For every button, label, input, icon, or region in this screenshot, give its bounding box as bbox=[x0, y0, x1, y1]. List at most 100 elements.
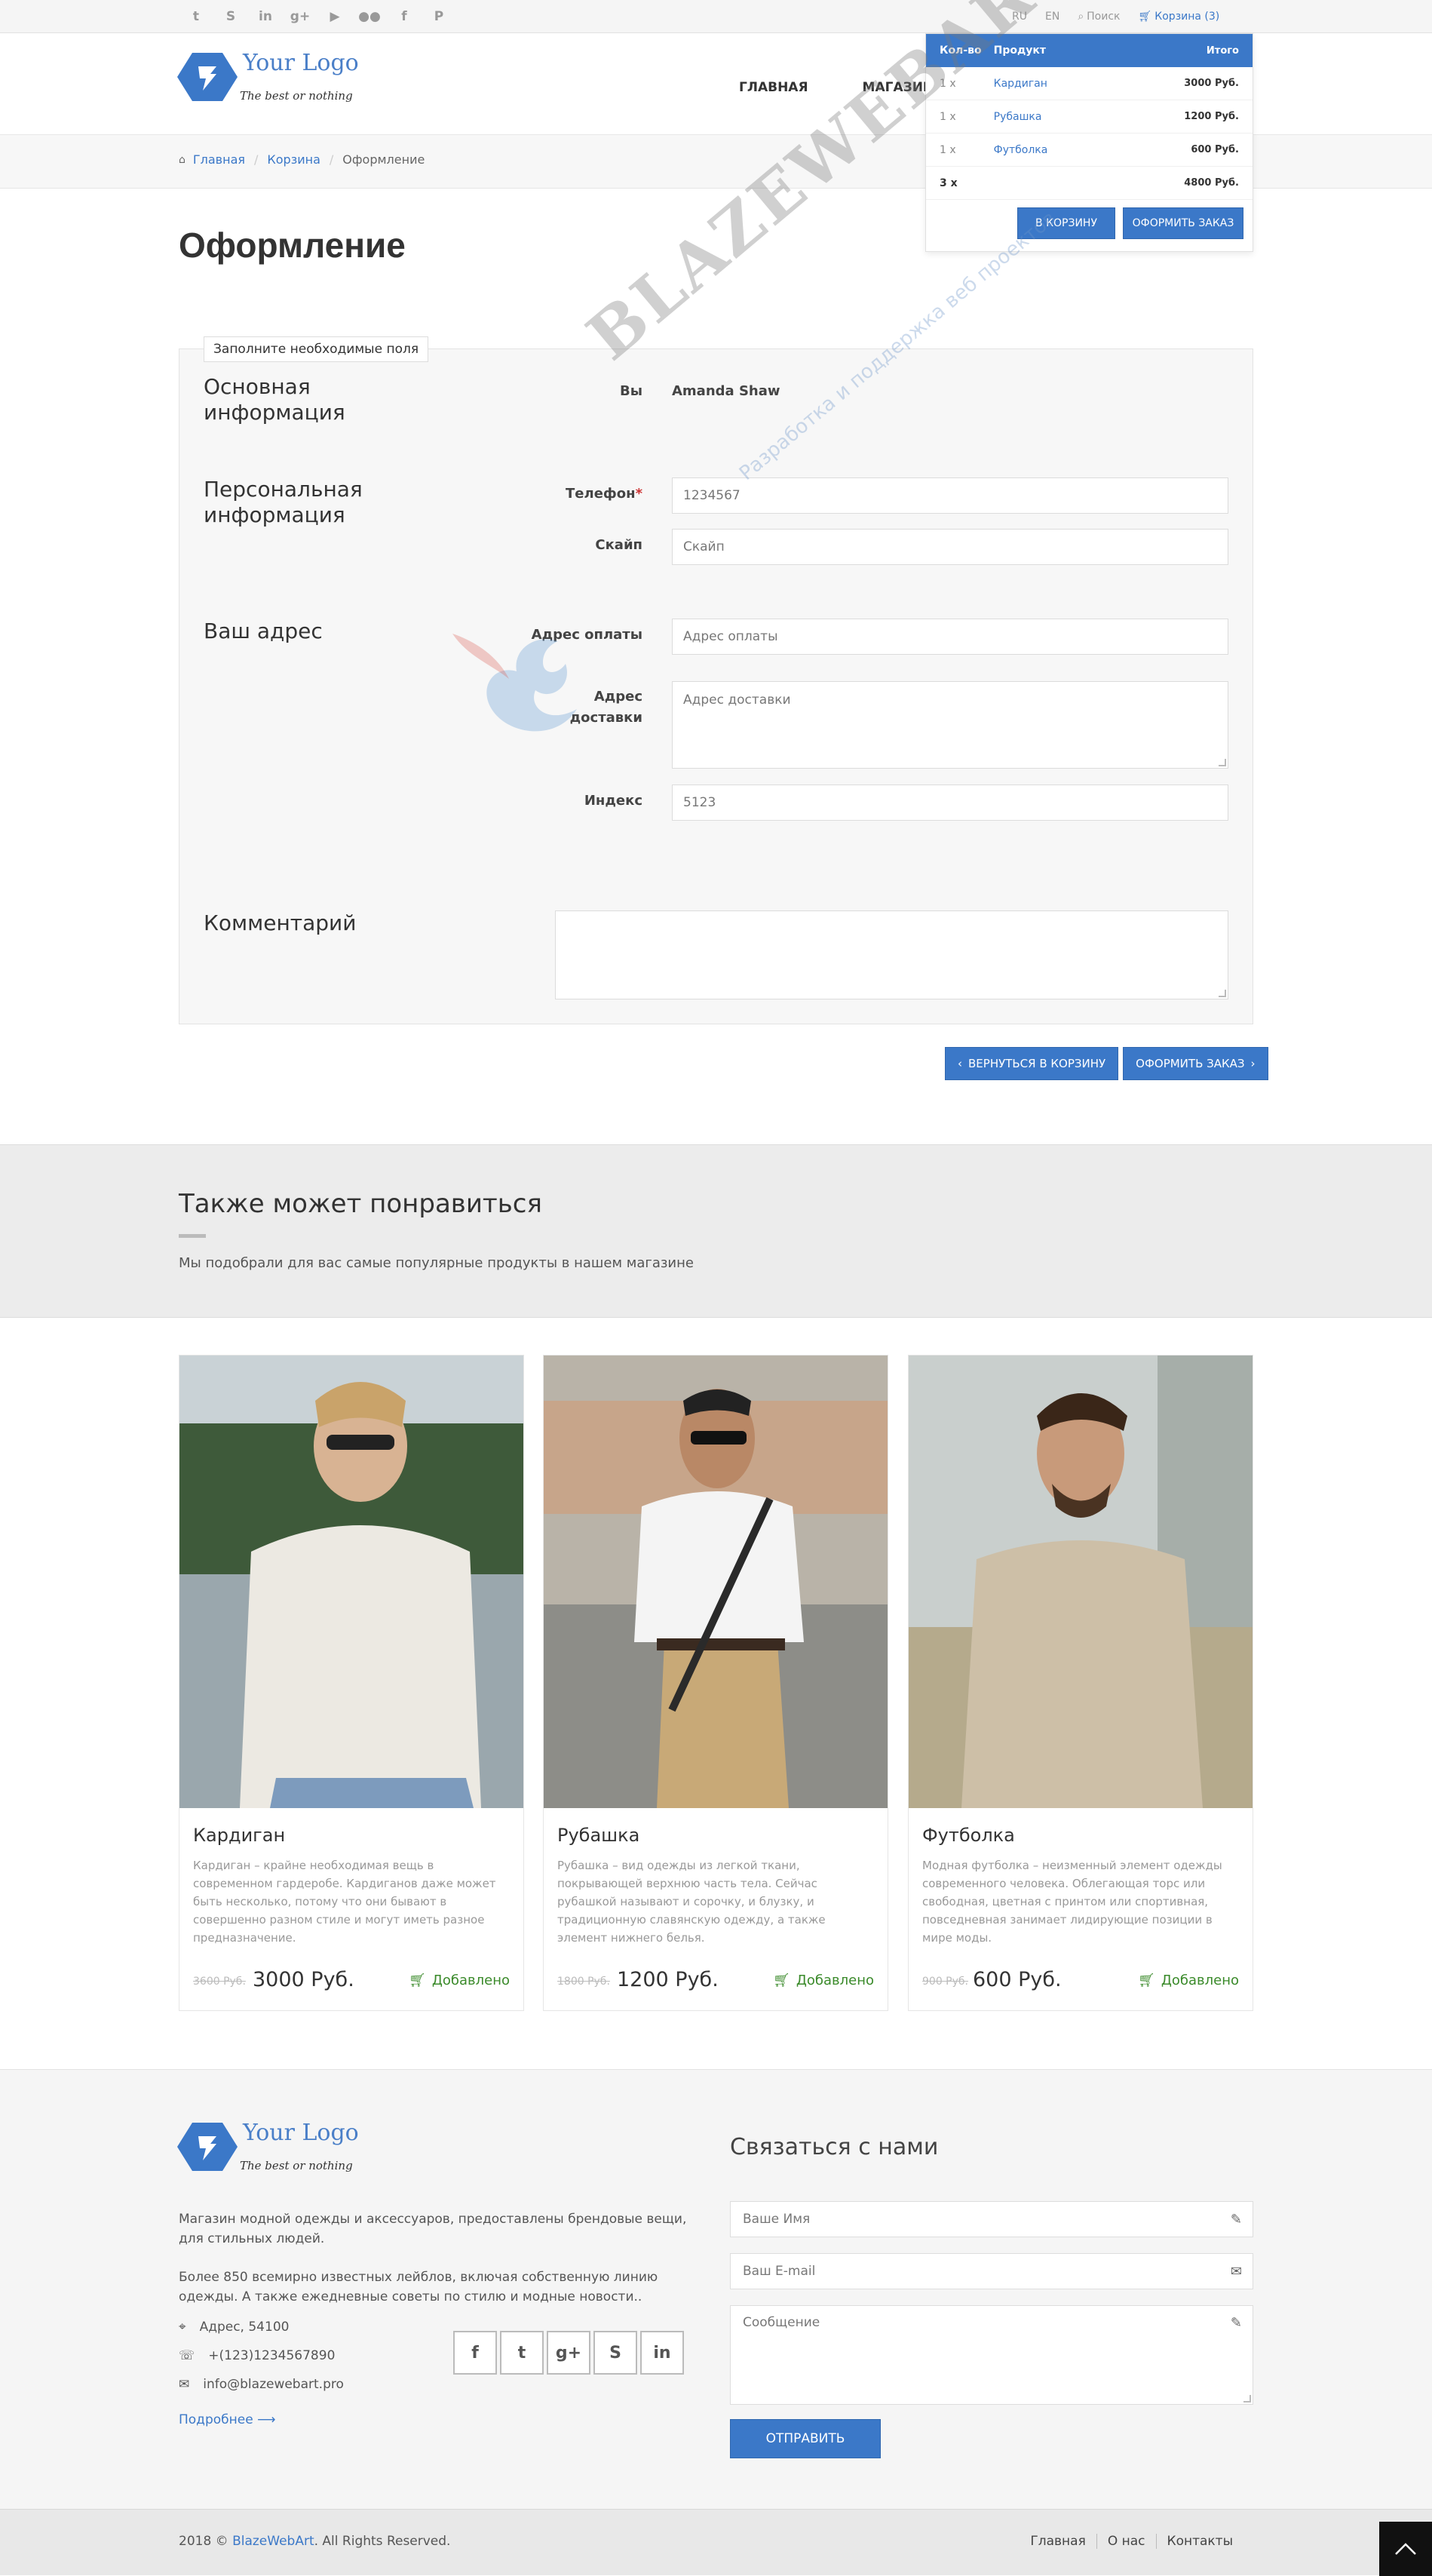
cart-product-link[interactable]: Футболка bbox=[994, 144, 1174, 156]
bottom-bar: 2018 © BlazeWebArt. All Rights Reserved.… bbox=[0, 2509, 1432, 2576]
product-image[interactable] bbox=[544, 1356, 888, 1808]
product-card: Кардиган Кардиган – крайне необходимая в… bbox=[179, 1355, 524, 2011]
zip-label: Индекс bbox=[584, 793, 642, 809]
facebook-icon: f bbox=[471, 2343, 479, 2363]
cart-product-link[interactable]: Рубашка bbox=[994, 111, 1174, 123]
email-text[interactable]: info@blazewebart.pro bbox=[203, 2377, 344, 2392]
billing-input[interactable]: Адрес оплаты bbox=[672, 619, 1228, 655]
brand-link[interactable]: BlazeWebArt bbox=[232, 2534, 314, 2549]
skype-icon: S bbox=[609, 2343, 621, 2363]
footer-phone: ☏ +(123)1234567890 bbox=[179, 2348, 335, 2363]
footer-about-1: Магазин модной одежды и аксессуаров, пре… bbox=[179, 2212, 687, 2246]
send-button[interactable]: ОТПРАВИТЬ bbox=[730, 2419, 881, 2458]
footer-facebook-button[interactable]: f bbox=[453, 2331, 497, 2375]
chevron-up-icon bbox=[1395, 2543, 1416, 2555]
pinterest-icon[interactable]: P bbox=[422, 0, 456, 33]
phone-icon: ☏ bbox=[179, 2348, 195, 2363]
product-image[interactable] bbox=[909, 1356, 1253, 1808]
section-address-title: Ваш адрес bbox=[204, 619, 323, 643]
cart-icon: 🛒︎ bbox=[1138, 11, 1152, 23]
you-label: Вы bbox=[620, 383, 642, 399]
cart-total: 1200 Руб. bbox=[1184, 111, 1239, 122]
footer-link-home[interactable]: Главная bbox=[1020, 2534, 1096, 2549]
chevron-right-icon: › bbox=[1250, 1057, 1256, 1070]
product-card: Рубашка Рубашка – вид одежды из легкой т… bbox=[543, 1355, 888, 2011]
linkedin-icon: in bbox=[653, 2343, 671, 2363]
product-name[interactable]: Футболка bbox=[922, 1825, 1015, 1846]
footer-link-about[interactable]: О нас bbox=[1096, 2534, 1156, 2549]
footer-google-plus-button[interactable]: g+ bbox=[547, 2331, 590, 2375]
contact-email-input[interactable]: Ваш E-mail ✉ bbox=[730, 2253, 1253, 2289]
product-name[interactable]: Рубашка bbox=[557, 1825, 639, 1846]
google-plus-icon[interactable]: g+ bbox=[283, 0, 317, 33]
watermark-logo bbox=[452, 634, 577, 732]
added-status[interactable]: 🛒︎ Добавлено bbox=[1138, 1973, 1239, 1988]
cart-product-link[interactable]: Кардиган bbox=[994, 78, 1174, 90]
footer-link-contacts[interactable]: Контакты bbox=[1155, 2534, 1244, 2549]
copyright-prefix: 2018 © bbox=[179, 2534, 233, 2549]
name-placeholder: Ваше Имя bbox=[743, 2212, 811, 2227]
added-status[interactable]: 🛒︎ Добавлено bbox=[773, 1973, 874, 1988]
back-to-cart-button[interactable]: ‹ ВЕРНУТЬСЯ В КОРЗИНУ bbox=[945, 1047, 1119, 1080]
logo-icon[interactable] bbox=[177, 50, 238, 104]
phone-value: 1234567 bbox=[683, 488, 741, 503]
linkedin-icon[interactable]: in bbox=[248, 0, 283, 33]
scroll-to-top-button[interactable] bbox=[1379, 2522, 1432, 2576]
breadcrumb-separator: / bbox=[329, 152, 334, 167]
footer-linkedin-button[interactable]: in bbox=[640, 2331, 684, 2375]
product-old-price: 900 Руб. bbox=[922, 1976, 968, 1988]
copyright: 2018 © BlazeWebArt. All Rights Reserved. bbox=[179, 2534, 450, 2549]
footer-skype-button[interactable]: S bbox=[593, 2331, 637, 2375]
comment-textarea[interactable] bbox=[555, 910, 1228, 999]
dropdown-checkout-button[interactable]: ОФОРМИТЬ ЗАКАЗ bbox=[1123, 207, 1243, 239]
footer-logo-icon[interactable] bbox=[177, 2120, 238, 2174]
google-plus-icon: g+ bbox=[555, 2343, 582, 2363]
product-image[interactable] bbox=[179, 1356, 523, 1808]
skype-label: Скайп bbox=[595, 537, 642, 553]
product-price: 1200 Руб. bbox=[617, 1968, 719, 1991]
top-bar: t S in g+ ▶ ●● f P RU EN ⌕ Поиск 🛒︎ Корзин… bbox=[0, 0, 1432, 33]
phone-label: Телефон* bbox=[528, 484, 642, 505]
shipping-textarea[interactable]: Адрес доставки bbox=[672, 681, 1228, 769]
skype-icon[interactable]: S bbox=[213, 0, 248, 33]
contact-message-textarea[interactable]: Сообщение ✎ bbox=[730, 2305, 1253, 2405]
search-icon: ⌕ bbox=[1078, 11, 1084, 23]
footer-logo-tagline: The best or nothing bbox=[240, 2159, 353, 2172]
phone-input[interactable]: 1234567 bbox=[672, 477, 1228, 514]
nav-home[interactable]: ГЛАВНАЯ bbox=[739, 80, 808, 95]
breadcrumb-cart[interactable]: Корзина bbox=[267, 152, 320, 167]
facebook-icon[interactable]: f bbox=[387, 0, 422, 33]
search-link[interactable]: ⌕ Поиск bbox=[1069, 11, 1129, 23]
flickr-icon[interactable]: ●● bbox=[352, 0, 387, 33]
shipping-placeholder: Адрес доставки bbox=[683, 692, 791, 708]
pencil-icon: ✎ bbox=[1230, 2211, 1242, 2228]
cart-total: 3000 Руб. bbox=[1184, 78, 1239, 89]
twitter-icon[interactable]: t bbox=[179, 0, 213, 33]
youtube-icon[interactable]: ▶ bbox=[317, 0, 352, 33]
cart-link[interactable]: 🛒︎ Корзина (3) bbox=[1130, 11, 1229, 23]
more-link[interactable]: Подробнее ⟶ bbox=[179, 2412, 275, 2427]
contact-name-input[interactable]: Ваше Имя ✎ bbox=[730, 2201, 1253, 2237]
page-title: Оформление bbox=[179, 226, 406, 265]
you-value: Amanda Shaw bbox=[672, 383, 780, 399]
product-name[interactable]: Кардиган bbox=[193, 1825, 285, 1846]
skype-input[interactable]: Скайп bbox=[672, 529, 1228, 565]
breadcrumb-home[interactable]: Главная bbox=[193, 152, 245, 167]
chevron-left-icon: ‹ bbox=[958, 1057, 962, 1070]
cart-total: 600 Руб. bbox=[1191, 144, 1239, 155]
also-like-title: Также может понравиться bbox=[179, 1189, 542, 1219]
section-comment-title: Комментарий bbox=[204, 910, 357, 935]
zip-input[interactable]: 5123 bbox=[672, 784, 1228, 821]
resize-handle[interactable] bbox=[1243, 2395, 1251, 2403]
resize-handle[interactable] bbox=[1219, 759, 1226, 766]
zip-value: 5123 bbox=[683, 795, 716, 810]
footer-twitter-button[interactable]: t bbox=[500, 2331, 544, 2375]
footer-logo-text: Your Logo bbox=[243, 2120, 359, 2146]
resize-handle[interactable] bbox=[1219, 990, 1226, 997]
cart-qty: 1 x bbox=[940, 110, 956, 123]
product-description: Кардиган – крайне необходимая вещь в сов… bbox=[193, 1859, 496, 1945]
added-status[interactable]: 🛒︎ Добавлено bbox=[409, 1973, 510, 1988]
section-basic-title: Основная информация bbox=[204, 374, 345, 425]
cart-icon: 🛒︎ bbox=[1137, 1973, 1155, 1988]
checkout-submit-button[interactable]: ОФОРМИТЬ ЗАКАЗ › bbox=[1123, 1047, 1268, 1080]
